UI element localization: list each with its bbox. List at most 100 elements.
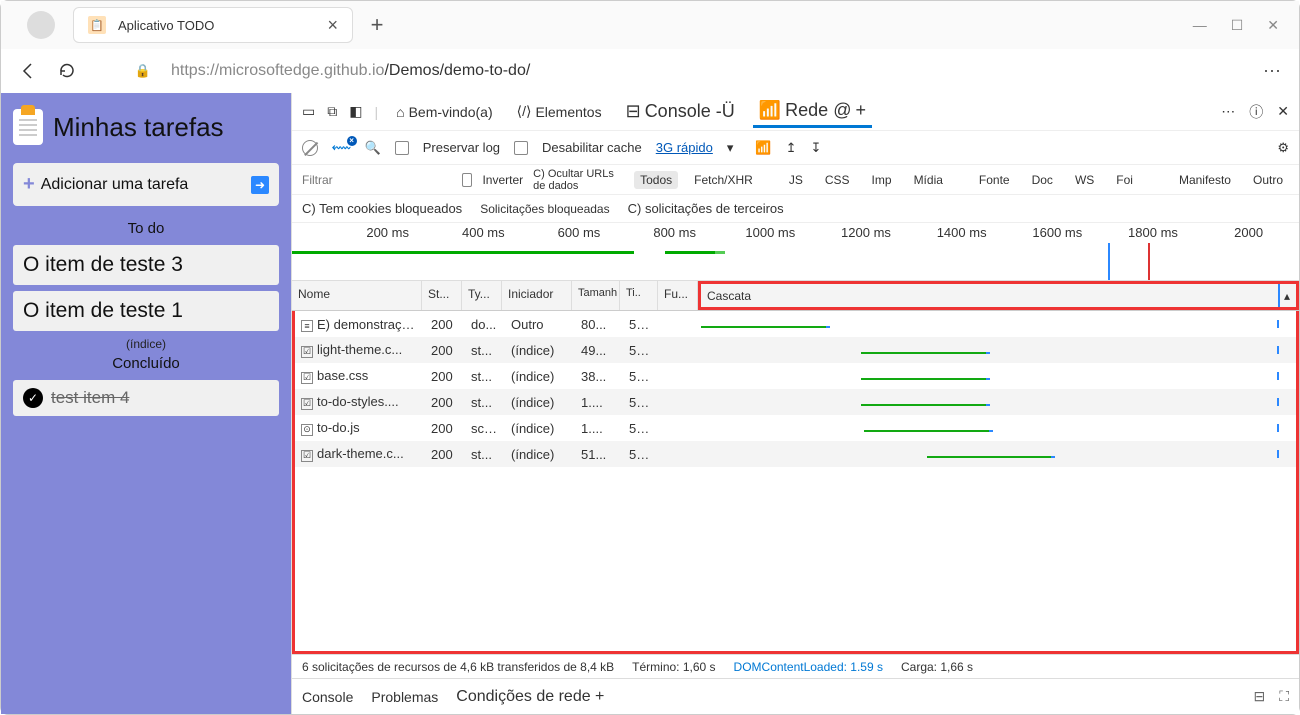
wifi-icon[interactable]: 📶 xyxy=(755,140,771,156)
filter-type[interactable]: Doc xyxy=(1026,171,1059,189)
table-row[interactable]: ≡E) demonstração a fazer/200do...Outro80… xyxy=(295,311,1296,337)
table-row[interactable]: ⊙to-do.js200scr...(índice)1....57... xyxy=(295,415,1296,441)
new-tab-button[interactable]: + xyxy=(361,9,393,41)
add-task-label: Adicionar uma tarefa xyxy=(41,176,189,194)
invert-label: Inverter xyxy=(482,173,523,187)
todo-heading: To do xyxy=(13,220,279,237)
filter-type[interactable]: Fonte xyxy=(973,171,1016,189)
table-row[interactable]: ☑to-do-styles....200st...(índice)1....56… xyxy=(295,389,1296,415)
drawer-tab-console[interactable]: Console xyxy=(302,689,353,705)
upload-icon[interactable]: ↥ xyxy=(786,140,797,156)
col-name[interactable]: Nome xyxy=(292,281,422,310)
blocked-requests-filter[interactable]: Solicitações bloqueadas xyxy=(480,202,609,216)
preserve-log-checkbox[interactable] xyxy=(395,141,409,155)
filter-type[interactable]: Mídia xyxy=(908,171,949,189)
add-task-button[interactable]: + Adicionar uma tarefa ➜ xyxy=(13,163,279,206)
network-table: Nome St... Ty... Iniciador Tamanh Ti.. F… xyxy=(292,281,1299,654)
tab-elements[interactable]: ⟨/⟩ Elementos xyxy=(511,99,608,124)
maximize-icon[interactable]: ☐ xyxy=(1231,17,1244,34)
task-item[interactable]: O item de teste 1 xyxy=(13,291,279,331)
third-party-filter[interactable]: C) solicitações de terceiros xyxy=(628,201,784,216)
hide-data-urls[interactable]: C) Ocultar URLs de dados xyxy=(533,168,624,192)
disable-cache-checkbox[interactable] xyxy=(514,141,528,155)
table-row[interactable]: ☑base.css200st...(índice)38...56... xyxy=(295,363,1296,389)
download-icon[interactable]: ↧ xyxy=(810,140,821,156)
timeline-overview[interactable]: 200 ms400 ms600 ms800 ms1000 ms1200 ms14… xyxy=(292,223,1299,281)
back-button[interactable] xyxy=(19,61,39,81)
browser-menu-icon[interactable]: ⋯ xyxy=(1263,61,1281,82)
filter-type[interactable]: Fetch/XHR xyxy=(688,171,759,189)
app-title: Minhas tarefas xyxy=(13,109,279,145)
browser-tab[interactable]: 📋 Aplicativo TODO × xyxy=(73,7,353,43)
done-task-label: test item 4 xyxy=(51,388,129,408)
filter-type[interactable]: WS xyxy=(1069,171,1100,189)
url-path: /Demos/demo-to-do/ xyxy=(384,62,530,79)
help-icon[interactable]: ⓘ xyxy=(1249,102,1263,122)
filter-bar-2: C) Tem cookies bloqueados Solicitações b… xyxy=(292,195,1299,223)
blocked-cookies-filter[interactable]: C) Tem cookies bloqueados xyxy=(302,201,462,216)
table-header: Nome St... Ty... Iniciador Tamanh Ti.. F… xyxy=(292,281,1299,311)
filter-type[interactable]: JS xyxy=(783,171,809,189)
search-icon[interactable]: 🔍 xyxy=(365,140,381,156)
col-time[interactable]: Ti.. xyxy=(620,281,658,310)
clipboard-icon xyxy=(13,109,43,145)
titlebar: 📋 Aplicativo TODO × + — ☐ ✕ xyxy=(1,1,1299,49)
devtools-tab-bar: ▭ ⧉ ◧ | ⌂ Bem-vindo(a) ⟨/⟩ Elementos ⊟ C… xyxy=(292,93,1299,131)
url-display[interactable]: https://microsoftedge.github.io/Demos/de… xyxy=(171,62,530,80)
site-info-icon[interactable]: 🔒 xyxy=(133,61,153,81)
devtools-panel: ▭ ⧉ ◧ | ⌂ Bem-vindo(a) ⟨/⟩ Elementos ⊟ C… xyxy=(291,93,1299,714)
device-icon[interactable]: ⧉ xyxy=(327,103,337,120)
request-stats: 6 solicitações de recursos de 4,6 kB tra… xyxy=(302,660,614,674)
table-row[interactable]: ☑light-theme.c...200st...(índice)49...56… xyxy=(295,337,1296,363)
submit-arrow-icon[interactable]: ➜ xyxy=(251,176,269,194)
filter-type[interactable]: Foi xyxy=(1110,171,1139,189)
drawer-tab-problems[interactable]: Problemas xyxy=(371,689,438,705)
col-waterfall[interactable]: Cascata▴ xyxy=(698,281,1299,310)
close-devtools-icon[interactable]: ✕ xyxy=(1277,103,1289,120)
col-size[interactable]: Tamanh xyxy=(572,281,620,310)
more-tools-icon[interactable]: ⋯ xyxy=(1221,103,1235,120)
tab-network[interactable]: 📶 Rede @ + xyxy=(753,96,872,128)
tab-title: Aplicativo TODO xyxy=(118,18,214,33)
filter-type[interactable]: Manifesto xyxy=(1173,171,1237,189)
filter-type[interactable]: CSS xyxy=(819,171,856,189)
filter-bar: Inverter C) Ocultar URLs de dados Todos … xyxy=(292,165,1299,195)
done-heading: Concluído xyxy=(13,355,279,372)
dock-icon[interactable]: ◧ xyxy=(349,103,362,120)
close-icon[interactable]: ✕ xyxy=(1267,17,1279,34)
expand-drawer-icon[interactable]: ⛶ xyxy=(1279,688,1289,705)
close-tab-icon[interactable]: × xyxy=(327,15,338,36)
col-fulfilled[interactable]: Fu... xyxy=(658,281,698,310)
filter-input[interactable] xyxy=(302,173,452,187)
favicon-icon: 📋 xyxy=(88,16,106,34)
drawer-tab-netcond[interactable]: Condições de rede + xyxy=(456,688,604,706)
filter-toggle-icon[interactable]: ⬳× xyxy=(332,140,351,156)
col-status[interactable]: St... xyxy=(422,281,462,310)
table-row[interactable]: ☑dark-theme.c...200st...(índice)51...56.… xyxy=(295,441,1296,467)
filter-type[interactable]: Outro xyxy=(1247,171,1289,189)
task-item[interactable]: O item de teste 3 xyxy=(13,245,279,285)
tab-welcome[interactable]: ⌂ Bem-vindo(a) xyxy=(390,100,499,124)
settings-gear-icon[interactable]: ⚙ xyxy=(1277,140,1289,156)
task-item-done[interactable]: ✓ test item 4 xyxy=(13,380,279,416)
refresh-button[interactable] xyxy=(57,61,77,81)
plus-icon: + xyxy=(23,173,35,196)
minimize-icon[interactable]: — xyxy=(1193,17,1207,34)
throttle-chevron-icon[interactable]: ▾ xyxy=(727,140,734,156)
tab-console[interactable]: ⊟ Console -Ü xyxy=(620,97,741,126)
filter-type-all[interactable]: Todos xyxy=(634,171,678,189)
record-stop-icon[interactable] xyxy=(302,140,318,156)
col-type[interactable]: Ty... xyxy=(462,281,502,310)
index-label: (índice) xyxy=(13,337,279,351)
window-controls: — ☐ ✕ xyxy=(1193,17,1291,34)
inspect-icon[interactable]: ▭ xyxy=(302,103,315,120)
invert-checkbox[interactable] xyxy=(462,173,472,187)
col-initiator[interactable]: Iniciador xyxy=(502,281,572,310)
finish-time: Término: 1,60 s xyxy=(632,660,715,674)
throttle-select[interactable]: 3G rápido xyxy=(656,140,713,155)
filter-type[interactable]: Imp xyxy=(866,171,898,189)
todo-app: Minhas tarefas + Adicionar uma tarefa ➜ … xyxy=(1,93,291,714)
drawer-bar: Console Problemas Condições de rede + ⊟ … xyxy=(292,678,1299,714)
drawer-icon[interactable]: ⊟ xyxy=(1253,688,1265,705)
profile-avatar[interactable] xyxy=(27,11,55,39)
